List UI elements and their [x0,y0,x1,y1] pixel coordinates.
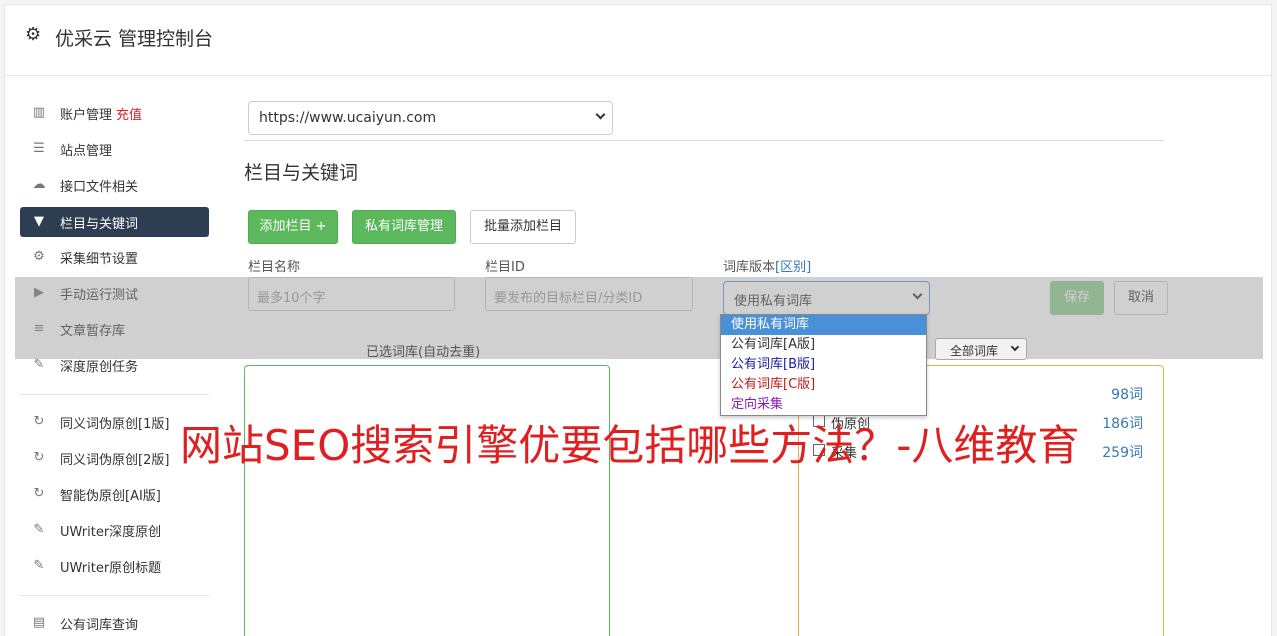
column-name-label: 栏目名称 [248,260,301,275]
sidebar-item-label: 文章暂存库 [60,324,126,339]
server-icon: ☰ [33,141,45,156]
lib-filter-value: 全部词库 [950,344,999,358]
sidebar-item-label: 深度原创任务 [60,360,139,375]
lib-count: 98词 [1111,387,1143,403]
sidebar-divider [20,595,209,596]
sidebar-item-label: 接口文件相关 [60,180,139,195]
app-title: 优采云 管理控制台 [55,28,214,50]
column-id-placeholder: 要发布的目标栏目/分类ID [494,291,643,306]
database-icon: ≡ [33,321,45,336]
lib-count: 259词 [1102,445,1143,461]
lib-version-value: 使用私有词库 [734,294,813,309]
selected-lib-box[interactable] [244,365,610,636]
refresh-icon: ↻ [33,486,45,501]
sidebar-item-ai-rewrite[interactable]: ↻ 智能伪原创[AI版] [20,479,209,509]
watermark-overlay-text: 网站SEO搜索引擎优要包括哪些方法？-八维教育 [180,421,1080,470]
selected-lib-label: 已选词库(自动去重) [366,345,481,360]
section-divider [244,140,1164,141]
sidebar-item-collect-settings[interactable]: ⚙ 采集细节设置 [20,242,209,272]
sidebar-item-article-storage[interactable]: ≡ 文章暂存库 [20,314,209,344]
add-column-button[interactable]: 添加栏目 + [248,210,338,244]
sidebar-item-sites[interactable]: ☰ 站点管理 [20,134,209,164]
cloud-upload-icon: ☁ [32,177,46,192]
sidebar-item-uwriter-title[interactable]: ✎ UWriter原创标题 [20,551,209,581]
sidebar-item-label: 智能伪原创[AI版] [60,489,161,504]
sidebar-item-label: 同义词伪原创[1版] [60,417,170,432]
recharge-link[interactable]: 充值 [116,108,142,123]
sidebar-item-label: 栏目与关键词 [60,217,139,232]
play-circle-icon: ▶ [34,285,44,300]
column-name-input[interactable]: 最多10个字 [248,277,455,311]
chevron-down-icon [1010,342,1020,352]
sidebar-item-label: 站点管理 [60,144,113,159]
refresh-icon: ↻ [33,414,45,429]
edit-icon: ✎ [33,357,45,372]
sidebar-item-label: 账户管理 [60,108,113,123]
lib-version-select[interactable]: 使用私有词库 [723,281,930,315]
dropdown-option[interactable]: 公有词库[C版] [721,375,926,395]
sidebar-item-label: 采集细节设置 [60,252,139,267]
gear-icon: ⚙ [25,24,42,45]
sidebar-item-deep-original[interactable]: ✎ 深度原创任务 [20,350,209,380]
lib-count: 186词 [1102,416,1143,432]
section-title: 栏目与关键词 [244,162,359,184]
sidebar-item-account[interactable]: ▥ 账户管理 充值 [20,98,209,128]
dropdown-option[interactable]: 公有词库[A版] [721,335,926,355]
filter-icon: ▼ [34,214,44,229]
chevron-down-icon [912,289,923,300]
sidebar-item-label: UWriter原创标题 [60,561,162,576]
batch-add-button[interactable]: 批量添加栏目 [470,210,576,244]
refresh-icon: ↻ [33,450,45,465]
column-id-label: 栏目ID [485,260,525,275]
dropdown-option[interactable]: 使用私有词库 [721,315,926,335]
column-id-input[interactable]: 要发布的目标栏目/分类ID [485,277,693,311]
sidebar-item-label: 公有词库查询 [60,618,139,633]
lib-version-label: 词库版本[区别] [723,256,811,275]
chevron-down-icon [595,109,606,120]
site-select[interactable]: https://www.ucaiyun.com [248,101,613,135]
cogs-icon: ⚙ [33,249,45,264]
dropdown-option[interactable]: 公有词库[B版] [721,355,926,375]
lib-filter-select[interactable]: 全部词库 [935,338,1027,360]
sidebar-item-interface-files[interactable]: ☁ 接口文件相关 [20,170,209,200]
lib-version-dropdown[interactable]: 使用私有词库 公有词库[A版] 公有词库[B版] 公有词库[C版] 定向采集 [720,314,927,416]
app-header: ⚙ 优采云 管理控制台 [5,5,1273,76]
save-button[interactable]: 保存 [1050,281,1104,315]
sidebar-item-label: 手动运行测试 [60,288,139,303]
sidebar-item-public-lib-query[interactable]: ▤ 公有词库查询 [20,608,209,636]
sidebar-item-uwriter-deep[interactable]: ✎ UWriter深度原创 [20,515,209,545]
edit-icon: ✎ [33,558,45,573]
site-select-value: https://www.ucaiyun.com [259,110,437,126]
difference-link[interactable]: [区别] [775,260,811,275]
sidebar-divider [20,394,209,395]
lib-version-text: 词库版本 [723,260,776,275]
bar-chart-icon: ▥ [32,105,46,120]
sidebar-item-label: UWriter深度原创 [60,525,162,540]
sidebar-item-columns-keywords[interactable]: ▼ 栏目与关键词 [20,207,209,237]
sidebar-item-label: 同义词伪原创[2版] [60,453,170,468]
sidebar-item-manual-run[interactable]: ▶ 手动运行测试 [20,278,209,308]
column-name-placeholder: 最多10个字 [257,291,326,306]
cancel-button[interactable]: 取消 [1114,281,1168,315]
book-icon: ▤ [32,615,46,630]
private-lib-button[interactable]: 私有词库管理 [352,210,456,244]
edit-icon: ✎ [33,522,45,537]
